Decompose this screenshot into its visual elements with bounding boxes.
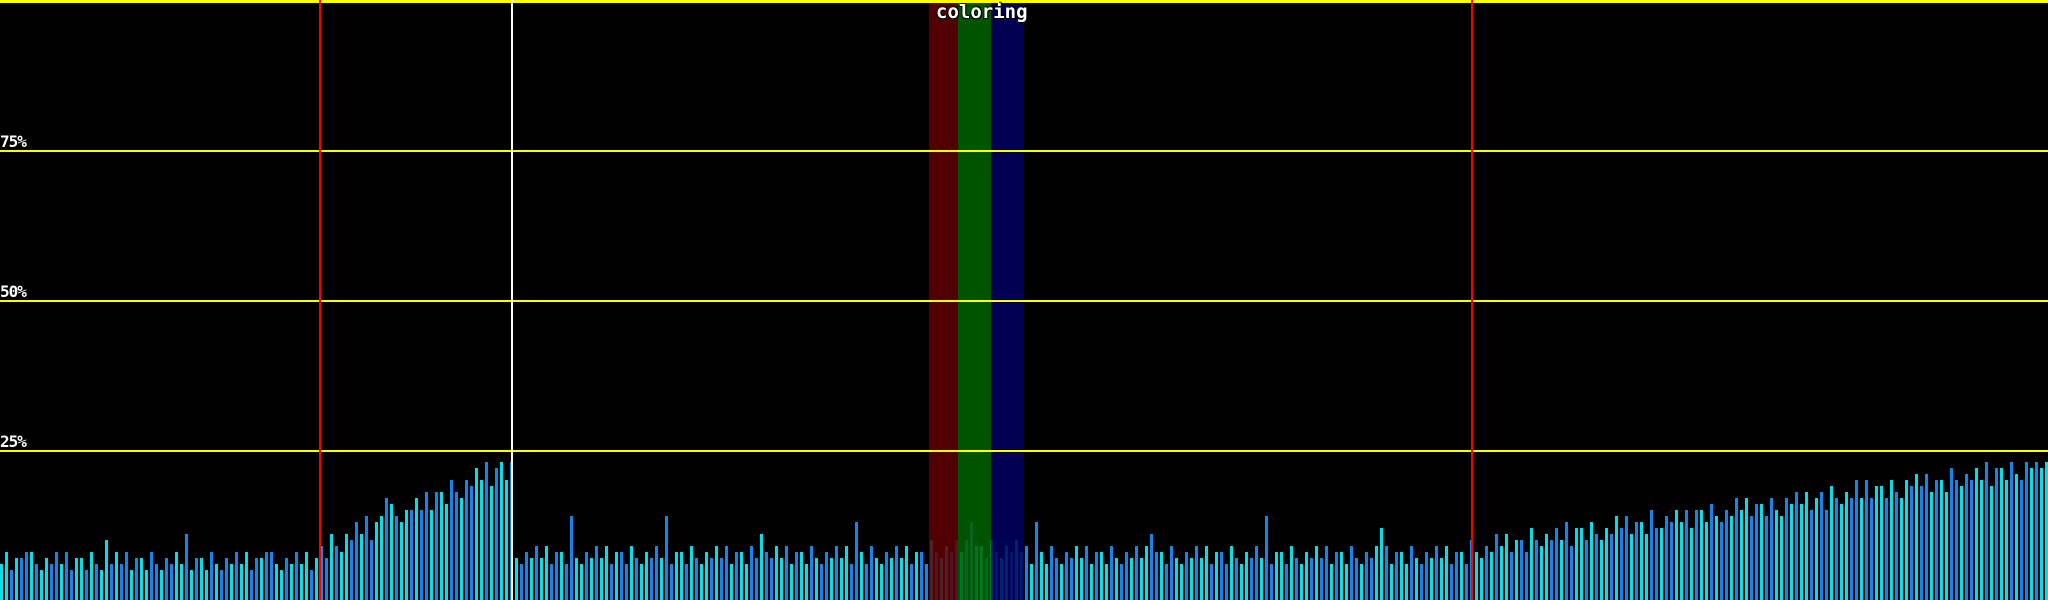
monitor-graph: 75% 50% 25% coloring [0, 0, 2048, 600]
white-marker [511, 0, 513, 600]
red-marker-left [319, 0, 321, 600]
tick-label-50: 50% [0, 285, 26, 299]
tick-label-25: 25% [0, 435, 26, 449]
vertical-markers-layer [0, 0, 2048, 600]
red-marker-right [1471, 0, 1473, 600]
chart-title: coloring [936, 3, 1028, 21]
tick-label-75: 75% [0, 135, 26, 149]
